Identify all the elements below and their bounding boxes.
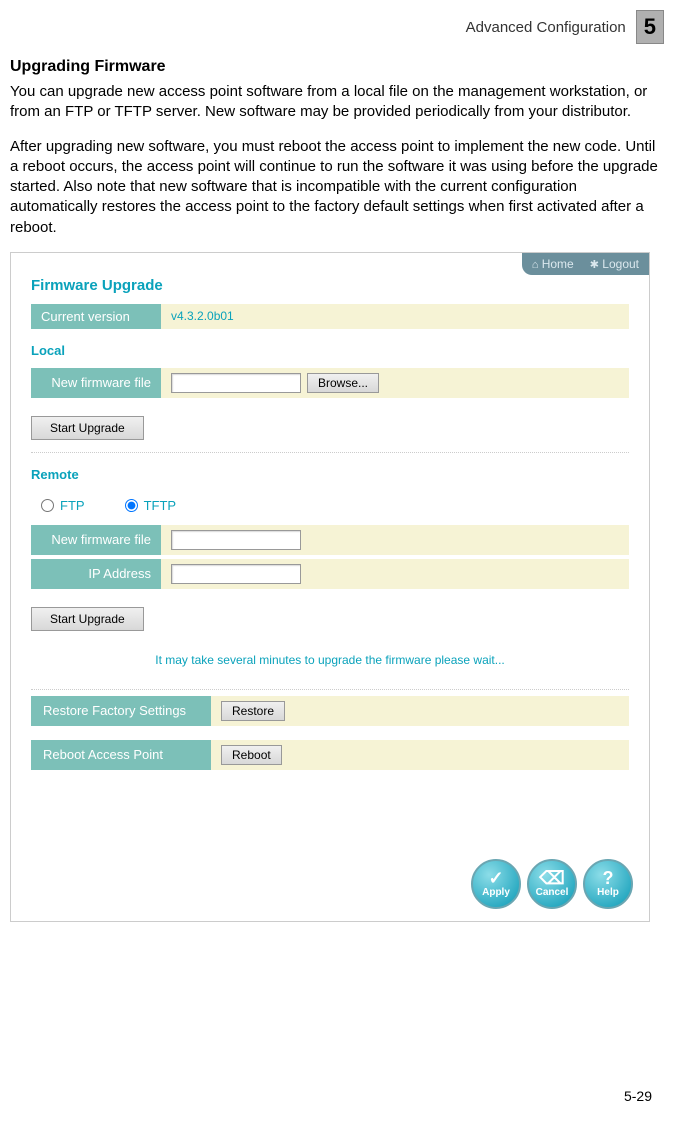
logout-icon: ✱	[590, 259, 599, 271]
apply-button[interactable]: ✓Apply	[471, 859, 521, 909]
breadcrumb-text: Advanced Configuration	[466, 19, 626, 36]
local-fw-file-row: New firmware file Browse...	[31, 368, 629, 398]
browse-button[interactable]: Browse...	[307, 373, 379, 393]
remote-ip-label: IP Address	[31, 559, 161, 589]
section-title: Upgrading Firmware	[10, 58, 664, 76]
question-icon: ?	[603, 869, 614, 887]
local-fw-file-input[interactable]	[171, 373, 301, 393]
ftp-radio[interactable]: FTP	[41, 498, 85, 513]
wait-message: It may take several minutes to upgrade t…	[31, 653, 629, 667]
help-button[interactable]: ?Help	[583, 859, 633, 909]
home-link[interactable]: ⌂ Home	[532, 257, 574, 271]
logout-link[interactable]: ✱ Logout	[590, 257, 639, 271]
remote-start-upgrade-button[interactable]: Start Upgrade	[31, 607, 144, 631]
cancel-button[interactable]: ⌫Cancel	[527, 859, 577, 909]
remote-ip-input[interactable]	[171, 564, 301, 584]
doc-paragraph-2: After upgrading new software, you must r…	[10, 137, 664, 238]
doc-paragraph-1: You can upgrade new access point softwar…	[10, 82, 664, 123]
restore-button[interactable]: Restore	[221, 701, 285, 721]
embedded-ui-screenshot: ⌂ Home ✱ Logout Firmware Upgrade Current…	[10, 252, 650, 922]
restore-row: Restore Factory Settings Restore	[31, 696, 629, 726]
restore-label: Restore Factory Settings	[31, 696, 211, 726]
home-icon: ⌂	[532, 259, 539, 271]
reboot-button[interactable]: Reboot	[221, 745, 282, 765]
remote-fw-file-input[interactable]	[171, 530, 301, 550]
current-version-label: Current version	[31, 304, 161, 329]
local-section-label: Local	[31, 343, 629, 358]
trash-icon: ⌫	[539, 869, 564, 887]
local-fw-file-label: New firmware file	[31, 368, 161, 398]
current-version-value: v4.3.2.0b01	[161, 304, 629, 329]
remote-fw-file-row: New firmware file	[31, 525, 629, 555]
check-icon: ✓	[488, 869, 503, 887]
reboot-label: Reboot Access Point	[31, 740, 211, 770]
current-version-row: Current version v4.3.2.0b01	[31, 304, 629, 329]
local-start-upgrade-button[interactable]: Start Upgrade	[31, 416, 144, 440]
remote-section-label: Remote	[31, 467, 629, 482]
footer-buttons: ✓Apply ⌫Cancel ?Help	[471, 859, 633, 909]
top-nav: ⌂ Home ✱ Logout	[522, 253, 649, 275]
remote-fw-file-label: New firmware file	[31, 525, 161, 555]
remote-ip-row: IP Address	[31, 559, 629, 589]
remote-protocol-radios: FTP TFTP	[31, 492, 629, 525]
panel-title: Firmware Upgrade	[31, 277, 629, 294]
reboot-row: Reboot Access Point Reboot	[31, 740, 629, 770]
tftp-radio[interactable]: TFTP	[125, 498, 177, 513]
chapter-number: 5	[636, 10, 664, 44]
page-number: 5-29	[624, 1088, 652, 1104]
page-header: Advanced Configuration 5	[0, 0, 684, 44]
